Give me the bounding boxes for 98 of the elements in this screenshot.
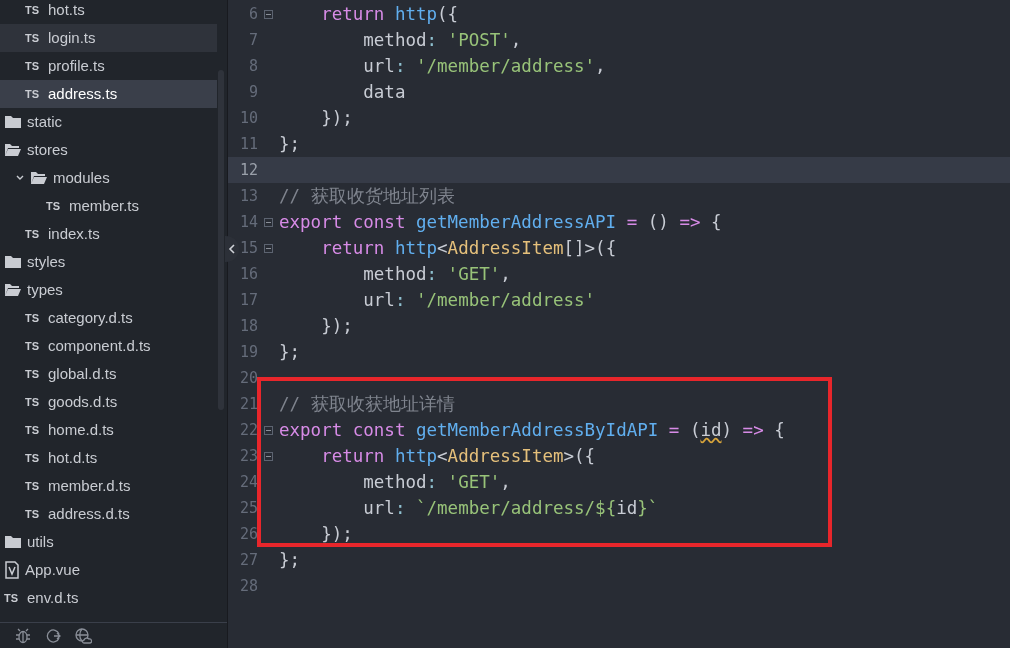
file-item[interactable]: TS env.d.ts: [0, 584, 217, 612]
file-item[interactable]: TS hot.ts: [0, 0, 217, 24]
file-item[interactable]: TS index.ts: [0, 220, 217, 248]
folder-item[interactable]: modules: [0, 164, 217, 192]
folder-item[interactable]: static: [0, 108, 217, 136]
line-number: 23: [239, 445, 258, 467]
folder-icon: [4, 255, 22, 269]
line-number: 21: [239, 393, 258, 415]
line-number: 13: [239, 185, 258, 207]
code-comment: // 获取收货地址列表: [279, 184, 455, 208]
folder-icon: [4, 535, 22, 549]
open-folder-icon: [4, 283, 22, 297]
line-number: 19: [239, 341, 258, 363]
code-line: method: 'GET',: [362, 470, 511, 494]
line-number: 8: [248, 55, 258, 77]
code-line: return http<AddressItem>({: [320, 444, 596, 468]
line-number: 25: [239, 497, 258, 519]
code-line: };: [279, 340, 301, 364]
ts-file-icon: TS: [25, 57, 43, 75]
code-comment: // 获取收获地址详情: [279, 392, 455, 416]
line-number: 16: [239, 263, 258, 285]
line-number: 9: [248, 81, 258, 103]
chevron-left-icon: [228, 244, 236, 254]
folder-item[interactable]: types: [0, 276, 217, 304]
ts-file-icon: TS: [25, 505, 43, 523]
file-item[interactable]: TS member.ts: [0, 192, 217, 220]
line-number: 17: [239, 289, 258, 311]
line-number: 22: [239, 419, 258, 441]
file-item[interactable]: TS home.d.ts: [0, 416, 217, 444]
line-number: 10: [239, 107, 258, 129]
code-line: export const getMemberAddressByIdAPI = (id) => {: [279, 418, 785, 442]
code-line: data: [362, 80, 406, 104]
ts-file-icon: TS: [25, 449, 43, 467]
ts-file-icon: TS: [25, 421, 43, 439]
file-item[interactable]: TS address.d.ts: [0, 500, 217, 528]
file-item[interactable]: TS address.ts: [0, 80, 217, 108]
line-number: 28: [239, 575, 258, 597]
sync-icon[interactable]: [44, 626, 62, 645]
line-number: 7: [248, 29, 258, 51]
file-item[interactable]: TS goods.d.ts: [0, 388, 217, 416]
collapse-sidebar-button[interactable]: [225, 236, 239, 262]
folder-icon: [4, 115, 22, 129]
code-line: url: '/member/address': [362, 288, 596, 312]
line-number: 6: [248, 3, 258, 25]
file-item[interactable]: TS login.ts: [0, 24, 217, 52]
file-icon: [4, 561, 20, 579]
file-item[interactable]: TS member.d.ts: [0, 472, 217, 500]
ts-file-icon: TS: [25, 393, 43, 411]
open-folder-icon: [30, 171, 48, 185]
code-line: return http({: [320, 2, 459, 26]
ts-file-icon: TS: [25, 85, 43, 103]
fold-icon[interactable]: [264, 243, 273, 253]
ts-file-icon: TS: [25, 365, 43, 383]
line-number: 26: [239, 523, 258, 545]
ts-file-icon: TS: [25, 29, 43, 47]
line-number: 14: [239, 211, 258, 233]
code-line: url: '/member/address',: [362, 54, 606, 78]
code-line: });: [320, 522, 353, 546]
fold-icon[interactable]: [264, 217, 273, 227]
ts-file-icon: TS: [25, 225, 43, 243]
code-line: return http<AddressItem[]>({: [320, 236, 617, 260]
code-line: export const getMemberAddressAPI = () => {: [279, 210, 722, 234]
file-item[interactable]: TS hot.d.ts: [0, 444, 217, 472]
code-line: };: [279, 132, 301, 156]
file-item[interactable]: TS category.d.ts: [0, 304, 217, 332]
line-number: 12: [239, 159, 258, 181]
line-number: 11: [239, 133, 258, 155]
file-item[interactable]: TS component.d.ts: [0, 332, 217, 360]
code-line: method: 'GET',: [362, 262, 511, 286]
ts-file-icon: TS: [4, 589, 22, 607]
code-line: });: [320, 106, 353, 130]
fold-icon[interactable]: [264, 425, 273, 435]
scrollbar-thumb[interactable]: [218, 70, 224, 410]
file-item[interactable]: TS global.d.ts: [0, 360, 217, 388]
file-item[interactable]: App.vue: [0, 556, 217, 584]
code-line: url: `/member/address/${id}`: [362, 496, 659, 520]
ts-file-icon: TS: [25, 309, 43, 327]
fold-icon[interactable]: [264, 9, 273, 19]
file-item[interactable]: TS profile.ts: [0, 52, 217, 80]
line-number: 15: [239, 237, 258, 259]
folder-item[interactable]: utils: [0, 528, 217, 556]
line-number: 18: [239, 315, 258, 337]
folder-item[interactable]: styles: [0, 248, 217, 276]
folder-item[interactable]: stores: [0, 136, 217, 164]
fold-icon[interactable]: [264, 451, 273, 461]
globe-cloud-icon[interactable]: [74, 626, 92, 645]
open-folder-icon: [4, 143, 22, 157]
ts-file-icon: TS: [25, 477, 43, 495]
line-number: 27: [239, 549, 258, 571]
bug-icon[interactable]: [14, 626, 32, 645]
code-line: method: 'POST',: [362, 28, 522, 52]
code-line: });: [320, 314, 353, 338]
ts-file-icon: TS: [25, 1, 43, 19]
ts-file-icon: TS: [46, 197, 64, 215]
line-number: 20: [239, 367, 258, 389]
ts-file-icon: TS: [25, 337, 43, 355]
line-number: 24: [239, 471, 258, 493]
code-line: };: [279, 548, 301, 572]
